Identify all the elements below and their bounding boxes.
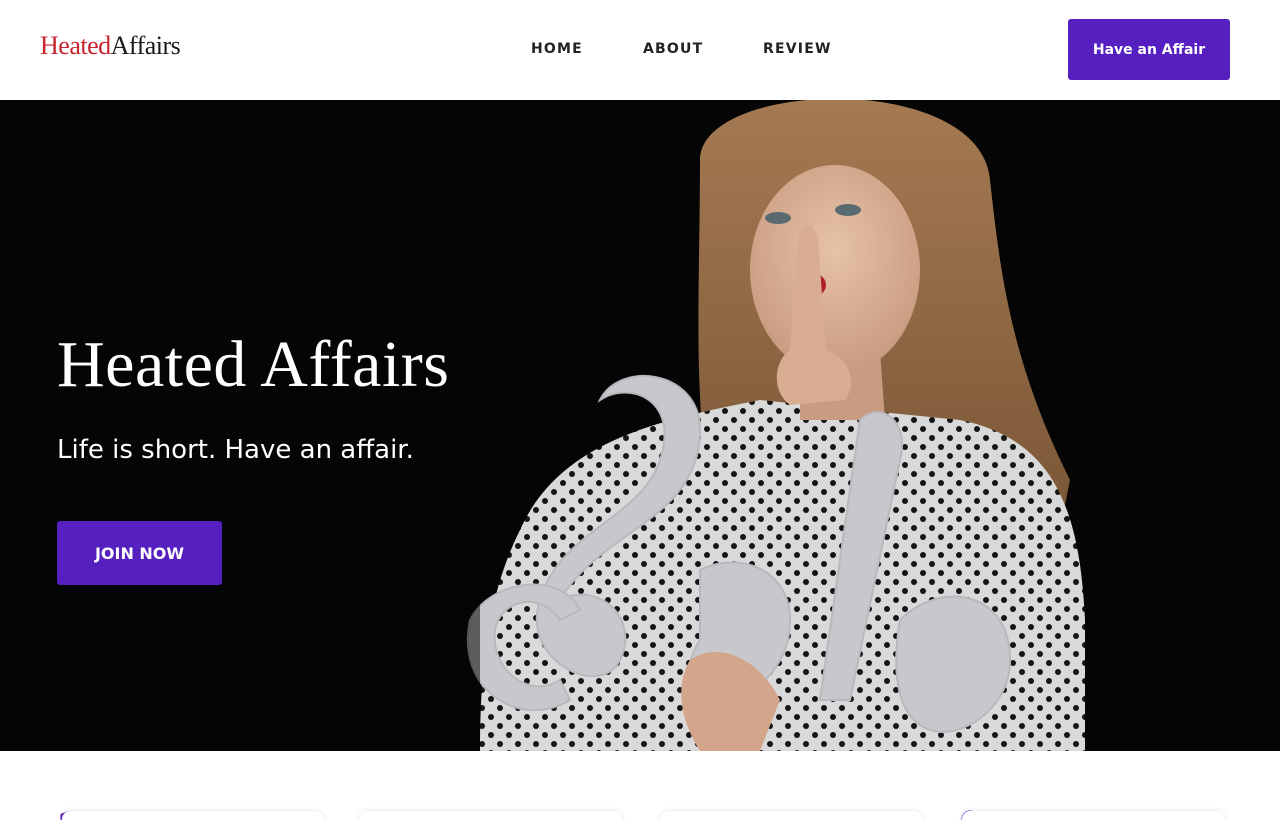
feature-card-4 [962, 811, 1224, 820]
logo-text-affairs: Affairs [110, 31, 181, 60]
nav-home-link[interactable]: HOME [531, 41, 643, 57]
hero-title: Heated Affairs [57, 328, 450, 401]
main-nav: HOME ABOUT REVIEW [531, 41, 843, 57]
nav-about-link[interactable]: ABOUT [643, 41, 763, 57]
site-header: HeatedAffairs HOME ABOUT REVIEW Have an … [0, 0, 1280, 100]
hero-photo [0, 100, 1280, 751]
feature-card-1 [62, 811, 324, 820]
have-an-affair-button[interactable]: Have an Affair [1068, 19, 1230, 80]
site-logo[interactable]: HeatedAffairs [40, 31, 181, 60]
features-strip [0, 751, 1280, 820]
join-now-button[interactable]: JOIN NOW [57, 521, 222, 585]
feature-card-2 [360, 811, 622, 820]
nav-review-link[interactable]: REVIEW [763, 41, 843, 57]
hero-banner: Heated Affairs Life is short. Have an af… [0, 100, 1280, 751]
feature-card-3 [660, 811, 922, 820]
logo-text-heated: Heated [40, 31, 111, 60]
hero-subtitle: Life is short. Have an affair. [57, 435, 414, 465]
